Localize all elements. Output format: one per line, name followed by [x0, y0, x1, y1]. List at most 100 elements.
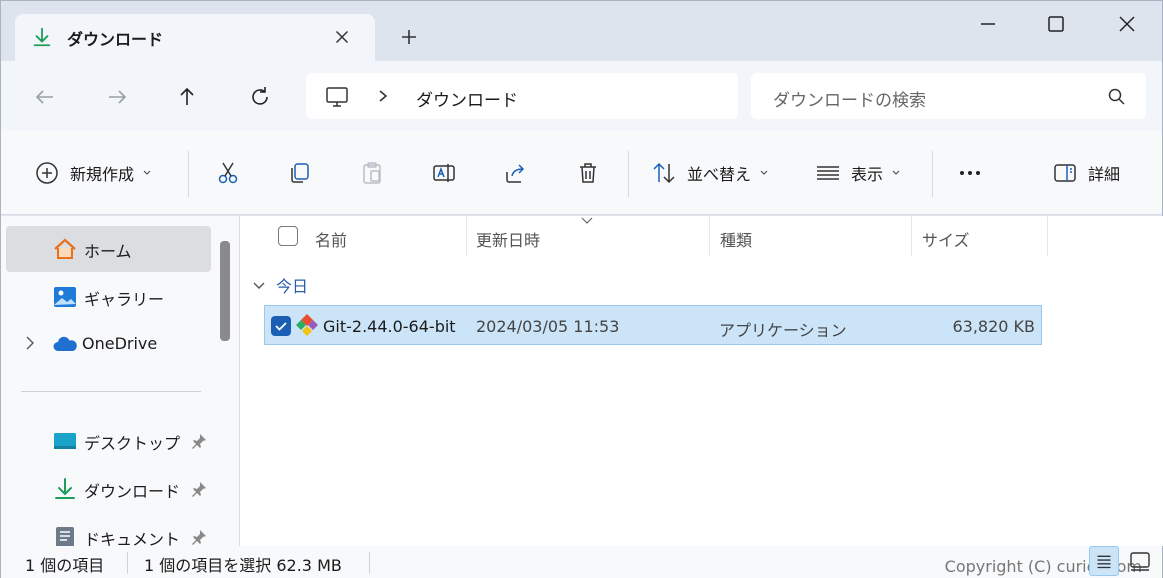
chevron-right-icon[interactable]: [22, 335, 38, 351]
home-icon: [54, 238, 76, 259]
sort-label: 並べ替え: [687, 165, 752, 184]
nav-item-gallery[interactable]: ギャラリー: [6, 274, 211, 320]
computer-icon[interactable]: [324, 84, 350, 110]
details-button[interactable]: 詳細: [1052, 157, 1120, 189]
back-icon[interactable]: [31, 83, 59, 111]
trash-icon: [580, 163, 596, 183]
git-installer-icon: [296, 314, 318, 336]
up-icon[interactable]: [173, 83, 201, 111]
download-icon: [55, 478, 75, 499]
group-label: 今日: [276, 277, 309, 296]
address-bar[interactable]: ダウンロード: [306, 73, 738, 119]
nav-scrollbar[interactable]: [220, 241, 230, 341]
chevron-right-icon[interactable]: [376, 89, 390, 103]
status-divider: [127, 552, 128, 574]
select-all-checkbox[interactable]: [278, 226, 298, 246]
divider: [188, 151, 189, 197]
pin-icon[interactable]: [190, 528, 208, 546]
view-list-icon: [817, 166, 839, 180]
tiles-view-icon[interactable]: [1125, 546, 1155, 576]
nav-label: ギャラリー: [84, 290, 165, 309]
tab-title: ダウンロード: [67, 30, 164, 49]
new-label: 新規作成: [70, 165, 135, 184]
refresh-icon[interactable]: [246, 83, 274, 111]
plus-circle-icon: [36, 162, 58, 184]
details-view-icon[interactable]: [1089, 546, 1119, 576]
status-bar: 1 個の項目 1 個の項目を選択 62.3 MB Copyright (C) c…: [1, 546, 1162, 578]
nav-item-downloads[interactable]: ダウンロード: [6, 466, 211, 512]
new-tab-icon[interactable]: [397, 25, 421, 49]
gallery-icon: [54, 287, 76, 307]
sort-indicator-icon: [581, 217, 593, 224]
chevron-down-icon: [892, 170, 900, 175]
nav-label: ドキュメント: [84, 530, 181, 546]
minimize-icon[interactable]: [975, 11, 1001, 37]
column-modified[interactable]: 更新日時: [476, 227, 540, 251]
item-count: 1 個の項目: [25, 556, 105, 575]
pin-icon[interactable]: [190, 432, 208, 450]
sort-button[interactable]: 並べ替え: [651, 157, 769, 189]
scissors-icon: [218, 162, 238, 184]
file-name: Git-2.44.0-64-bit: [323, 317, 456, 336]
download-icon: [33, 27, 51, 47]
nav-item-home[interactable]: ホーム: [6, 226, 211, 272]
forward-icon[interactable]: [103, 83, 131, 111]
column-header-row: 名前 更新日時 種類 サイズ: [240, 216, 1163, 256]
file-modified: 2024/03/05 11:53: [476, 317, 620, 336]
delete-button[interactable]: [575, 157, 601, 189]
nav-item-desktop[interactable]: デスクトップ: [6, 418, 211, 464]
more-icon: [960, 171, 980, 175]
close-window-icon[interactable]: [1114, 11, 1140, 37]
nav-item-onedrive[interactable]: OneDrive: [6, 322, 211, 368]
file-row[interactable]: Git-2.44.0-64-bit 2024/03/05 11:53 アプリケー…: [264, 305, 1042, 345]
nav-label: ダウンロード: [84, 482, 181, 501]
column-name[interactable]: 名前: [315, 227, 347, 251]
cut-button[interactable]: [215, 157, 241, 189]
check-icon: [275, 322, 287, 331]
rename-button[interactable]: [431, 157, 457, 189]
chevron-down-icon: [760, 170, 768, 175]
rename-icon: [433, 164, 455, 182]
title-bar: ダウンロード: [1, 1, 1162, 61]
copy-button[interactable]: [287, 157, 313, 189]
file-size: 63,820 KB: [952, 317, 1035, 336]
column-type[interactable]: 種類: [720, 227, 752, 251]
group-header[interactable]: 今日: [252, 273, 308, 297]
command-bar: 新規作成 並べ替え 表示 詳細: [1, 131, 1162, 215]
copy-icon: [291, 163, 309, 183]
nav-label: デスクトップ: [84, 434, 181, 453]
paste-icon: [363, 162, 381, 184]
view-button[interactable]: 表示: [815, 157, 901, 189]
details-pane-icon: [1054, 164, 1076, 182]
share-icon: [506, 164, 525, 183]
column-divider[interactable]: [466, 216, 467, 256]
cloud-icon: [53, 336, 77, 351]
breadcrumb[interactable]: ダウンロード: [416, 86, 518, 111]
column-size[interactable]: サイズ: [922, 227, 970, 251]
divider: [628, 151, 629, 197]
share-button[interactable]: [503, 157, 529, 189]
search-icon[interactable]: [1107, 87, 1127, 107]
row-checkbox[interactable]: [271, 316, 291, 336]
file-list: 名前 更新日時 種類 サイズ 今日 Git-2.44.0-64-bit 2024…: [240, 216, 1163, 546]
nav-separator: [21, 391, 201, 392]
close-tab-icon[interactable]: [331, 26, 353, 48]
new-button[interactable]: 新規作成: [34, 157, 152, 189]
column-divider[interactable]: [1047, 216, 1048, 256]
search-box[interactable]: ダウンロードの検索: [751, 73, 1146, 119]
view-label: 表示: [851, 165, 884, 184]
nav-label: OneDrive: [82, 334, 158, 353]
more-button[interactable]: [957, 157, 983, 189]
file-explorer-window: ダウンロード ダウンロード ダウンロードの検索 新規作成 並べ替え 表示 詳細 …: [0, 0, 1163, 578]
column-divider[interactable]: [709, 216, 710, 256]
details-label: 詳細: [1088, 165, 1121, 184]
pin-icon[interactable]: [190, 480, 208, 498]
nav-item-documents[interactable]: ドキュメント: [6, 514, 211, 546]
maximize-icon[interactable]: [1043, 11, 1069, 37]
nav-label: ホーム: [84, 242, 132, 261]
tab-downloads[interactable]: ダウンロード: [15, 14, 375, 61]
documents-icon: [56, 527, 74, 546]
search-placeholder: ダウンロードの検索: [773, 91, 926, 111]
paste-button[interactable]: [359, 157, 385, 189]
column-divider[interactable]: [911, 216, 912, 256]
